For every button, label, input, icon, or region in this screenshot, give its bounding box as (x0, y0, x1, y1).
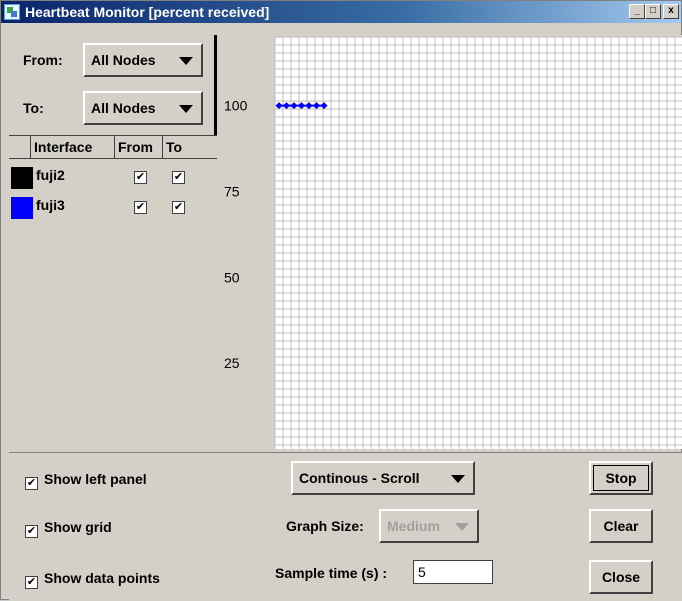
from-node-select[interactable]: All Nodes (83, 43, 203, 77)
show-left-panel-label: Show left panel (44, 471, 147, 487)
interface-name: fuji2 (36, 167, 65, 183)
heartbeat-chart: 100 75 50 25 (220, 35, 682, 449)
y-tick-label: 75 (224, 184, 240, 200)
mode-value: Continous - Scroll (299, 470, 420, 486)
maximize-button[interactable]: □ (645, 4, 661, 19)
stop-button[interactable]: Stop (589, 461, 653, 495)
to-node-value: All Nodes (91, 100, 156, 116)
interface-table: Interface From To fuji2 ✔ ✔ fuji3 ✔ ✔ (9, 135, 217, 449)
app-icon (4, 4, 20, 20)
mode-select[interactable]: Continous - Scroll (291, 461, 475, 495)
color-swatch (11, 167, 33, 189)
show-data-points-label: Show data points (44, 570, 160, 586)
heartbeat-monitor-window: Heartbeat Monitor [percent received] _ □… (0, 0, 682, 601)
to-checkbox[interactable]: ✔ (172, 201, 185, 214)
show-left-panel-checkbox[interactable]: ✔ (25, 477, 38, 490)
chevron-down-icon (179, 57, 193, 65)
table-header: Interface From To (9, 135, 217, 159)
column-header-from[interactable]: From (115, 136, 163, 158)
from-label: From: (23, 52, 63, 68)
show-grid-checkbox[interactable]: ✔ (25, 525, 38, 538)
left-panel: From: All Nodes To: All Nodes Interface … (9, 35, 217, 449)
to-checkbox[interactable]: ✔ (172, 171, 185, 184)
show-data-points-option[interactable]: ✔ Show data points (25, 570, 160, 589)
plot-background (275, 37, 682, 449)
title-bar[interactable]: Heartbeat Monitor [percent received] _ □… (1, 1, 681, 23)
from-checkbox[interactable]: ✔ (134, 201, 147, 214)
window-title: Heartbeat Monitor [percent received] (25, 4, 270, 20)
chevron-down-icon (455, 523, 469, 531)
column-header-color[interactable] (9, 136, 31, 158)
chevron-down-icon (451, 475, 465, 483)
chevron-down-icon (179, 105, 193, 113)
y-tick-label: 100 (224, 98, 248, 114)
color-swatch (11, 197, 33, 219)
interface-name: fuji3 (36, 197, 65, 213)
y-tick-label: 50 (224, 269, 240, 285)
close-window-button[interactable]: x (663, 4, 679, 19)
y-tick-label: 25 (224, 355, 240, 371)
graph-size-label: Graph Size: (286, 518, 364, 534)
graph-size-select[interactable]: Medium (379, 509, 479, 543)
bottom-controls: ✔ Show left panel ✔ Show grid ✔ Show data p… (9, 452, 682, 601)
to-node-select[interactable]: All Nodes (83, 91, 203, 125)
column-header-to[interactable]: To (163, 136, 217, 158)
show-data-points-checkbox[interactable]: ✔ (25, 576, 38, 589)
from-node-value: All Nodes (91, 52, 156, 68)
minimize-button[interactable]: _ (629, 4, 645, 19)
show-grid-label: Show grid (44, 519, 112, 535)
graph-size-value: Medium (387, 518, 440, 534)
clear-button[interactable]: Clear (589, 509, 653, 543)
show-left-panel-option[interactable]: ✔ Show left panel (25, 471, 147, 490)
from-checkbox[interactable]: ✔ (134, 171, 147, 184)
show-grid-option[interactable]: ✔ Show grid (25, 519, 112, 538)
table-row[interactable]: fuji2 ✔ ✔ (9, 163, 217, 191)
column-header-interface[interactable]: Interface (31, 136, 115, 158)
sample-time-label: Sample time (s) : (275, 565, 388, 581)
sample-time-input[interactable]: 5 (413, 560, 493, 584)
close-button[interactable]: Close (589, 560, 653, 594)
to-label: To: (23, 100, 44, 116)
chart-svg: 100 75 50 25 (224, 36, 682, 449)
table-row[interactable]: fuji3 ✔ ✔ (9, 193, 217, 221)
